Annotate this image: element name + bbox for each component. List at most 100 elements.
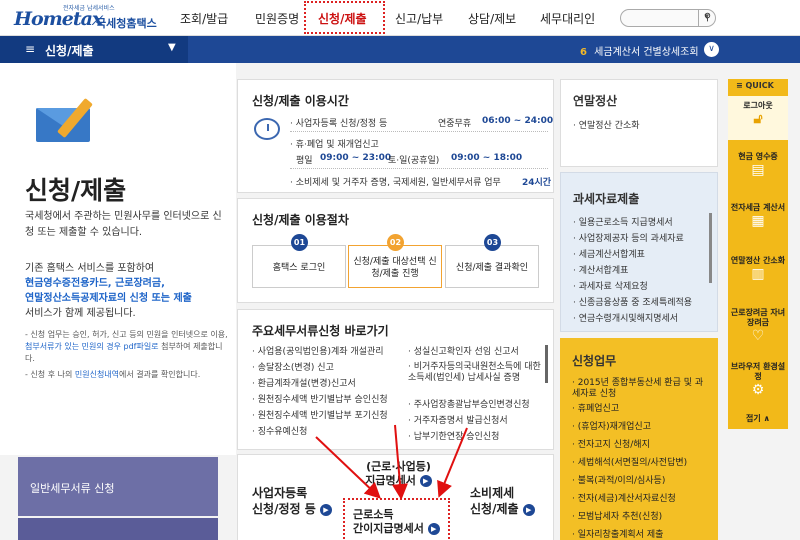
biz-registration-link[interactable]: 사업자등록 신청/정정 등 ▶ [252,485,332,517]
quick-browser-settings[interactable]: 브라우저 환경설정 ⚙ [728,362,788,404]
taxdata-link[interactable]: · 신종금융상품 중 조세특례적용 [573,295,692,308]
shortcut-link[interactable]: · 사업용(공익법인용)계좌 개설관리 [252,347,392,358]
hero-description-2: 기존 홈택스 서비스를 포함하여 현금영수증전용카드, 근로장려금, 연말정산소… [25,261,230,321]
yearend-link[interactable]: · 연말정산 간소화 [573,118,640,131]
apply-link[interactable]: · 세법해석(서면질의/사전답변) [572,458,687,469]
page-title: 신청/제출 [25,176,127,205]
doc-icon: ▥ [751,266,765,282]
general-tax-docs-label: 일반세무서류 신청 [30,482,115,495]
hours-row-1-value-label: 연중무휴 [438,119,472,129]
lower-left-button[interactable] [18,518,218,540]
consumption-tax-link[interactable]: 소비제세 신청/제출 ▶ [470,485,535,517]
step-number: 02 [387,234,404,251]
apply-link[interactable]: · 모범납세자 추천(신청) [572,512,662,523]
hours-row-2-label: · 휴·폐업 및 재개업신고 [290,140,379,150]
sub-nav-bar: ≡ 신청/제출 ▼ 6 세금계산서 건별상세조회 ∨ [0,36,800,63]
step-3: 03 신청/제출 결과확인 [445,234,539,288]
shortcut-link[interactable]: · 납부기한연장 승인신청 [408,432,548,443]
divider [290,168,548,169]
nav-consult[interactable]: 상담/제보 [468,10,516,27]
nav-report-pay[interactable]: 신고/납부 [395,10,443,27]
hero-desc-highlight: 현금영수증전용카드, 근로장려금, [25,278,165,289]
yearend-card: 연말정산 · 연말정산 간소화 [560,79,718,167]
apply-link[interactable]: · 전자(세금)계산서자료신청 [572,494,676,505]
shortcut-link[interactable]: · 징수유예신청 [252,427,392,438]
hometax-logo[interactable]: 전자세금 납세서비스 Hometax 국세청홈택스 [8,3,168,33]
nav-inquiry[interactable]: 조회/발급 [180,10,228,27]
hours-row-3-weekend: 토·일(공휴일) [388,156,440,166]
apply-link[interactable]: · 일자리창출계획서 제출 [572,530,663,540]
nav-agent[interactable]: 세무대리인 [540,10,595,27]
simple-payment-statement-link[interactable]: 근로소득 간이지급명세서 ▶ [343,498,450,540]
apply-link[interactable]: · 불복(과적/이의/심사등) [572,476,665,487]
menu-dropdown[interactable]: ≡ 신청/제출 ▼ [0,36,188,63]
quick-collapse-button[interactable]: 접기 ∧ [728,414,788,428]
payment-statement-link[interactable]: (근로·사업등) 지급명세서 ▶ [351,460,446,488]
shortcut-link[interactable]: · 원천징수세액 반기별납부 포기신청 [252,411,392,422]
quick-label: 근로장려금 자녀장려금 [730,308,786,327]
shortcut-link[interactable]: · 주사업장총괄납부승인변경신청 [408,400,548,411]
notice-ticker[interactable]: 6 세금계산서 건별상세조회 [580,43,699,58]
quick-logout[interactable]: 로그아웃 🔓︎ [728,96,788,140]
quick-incentive[interactable]: 근로장려금 자녀장려금 ♡ [728,308,788,352]
biz-registration-label: 사업자등록 [252,486,308,500]
quick-e-invoice[interactable]: 전자세금 계산서 ▦ [728,203,788,247]
quick-label: 연말정산 간소화 [730,256,786,265]
arrow-right-icon: ▶ [427,523,440,535]
nav-certificate[interactable]: 민원증명 [255,10,299,27]
hours-row-3-weekend-time: 09:00 ~ 18:00 [451,153,523,163]
taxdata-link[interactable]: · 연금수령개시및해지명세서 [573,311,678,324]
shortcut-link[interactable]: · 성실신고확인자 선임 신고서 [408,347,548,358]
top-header: 전자세금 납세서비스 Hometax 국세청홈택스 조회/발급 민원증명 신청/… [0,0,800,36]
shortcuts-card: 주요세무서류신청 바로가기 · 사업용(공익법인용)계좌 개설관리 · 송달장소… [237,309,554,450]
consumption-tax-label: 소비제세 [470,486,515,500]
simple-payment-label: 근로소득 [353,508,394,521]
quick-yearend[interactable]: 연말정산 간소화 ▥ [728,256,788,298]
heart-icon: ♡ [751,328,765,344]
step-1: 01 홈택스 로그인 [252,234,346,288]
apply-title: 신청업무 [572,354,617,368]
note-text: 에서 결과를 확인합니다. [119,370,201,379]
simple-payment-label-2: 간이지급명세서 [353,522,424,535]
shortcut-link[interactable]: · 거주자증명서 발급신청서 [408,416,548,427]
note-text: - 신청 후 나의 [25,370,75,379]
apply-link[interactable]: · 전자고지 신청/해지 [572,440,650,451]
quick-cash-receipt[interactable]: 현금 영수증 ▤ [728,152,788,194]
scrollbar-thumb[interactable] [709,213,712,283]
consumption-tax-label-2: 신청/제출 [470,502,519,516]
highlight-box-nav [304,1,385,34]
gear-icon: ⚙ [751,382,765,398]
hours-row-3-weekday: 평일 [296,156,313,166]
quick-label: 브라우저 환경설정 [730,362,786,381]
bottom-links-card: 사업자등록 신청/정정 등 ▶ (근로·사업등) 지급명세서 ▶ 근로소득 간이… [237,454,554,540]
note-text: - 신청 업무는 승인, 허가, 신고 등의 민원을 인터넷으로 이용, [25,330,228,339]
chevron-down-icon: ▼ [168,42,176,53]
apply-link[interactable]: · (휴업자)재개업신고 [572,422,651,433]
apply-link[interactable]: · 휴폐업신고 [572,404,619,415]
scrollbar-thumb[interactable] [545,345,548,383]
step-number: 03 [484,234,501,251]
taxdata-link[interactable]: · 일용근로소득 지급명세서 [573,215,673,228]
shortcut-link[interactable]: · 원천징수세액 반기별납부 승인신청 [252,395,392,406]
shortcut-link[interactable]: · 송달장소(변경) 신고 [252,363,392,374]
taxdata-link[interactable]: · 과세자료 삭제요청 [573,279,648,292]
note-highlight: 첨부서류가 있는 민원의 경우 pdf파일로 [25,342,159,351]
taxdata-card: 과세자료제출 · 일용근로소득 지급명세서 · 사업장제공자 등의 과세자료 ·… [560,172,718,332]
taxdata-title: 과세자료제출 [573,192,640,206]
hero-desc-line: 기존 홈택스 서비스를 포함하여 [25,263,155,274]
general-tax-docs-button[interactable]: 일반세무서류 신청 [18,457,218,516]
hours-row-1-value: 06:00 ~ 24:00 [482,116,554,126]
notice-expand-icon[interactable]: ∨ [704,42,719,57]
search-icon[interactable]: ⚲ [698,10,716,26]
taxdata-link[interactable]: · 세금계산서합계표 [573,247,645,260]
note-link[interactable]: 민원신청내역 [75,370,119,379]
note-2: - 신청 후 나의 민원신청내역에서 결과를 확인합니다. [25,369,230,381]
shortcut-link[interactable]: · 비거주자등의국내원천소득에 대한 소득세(법인세) 납세사실 증명 [408,362,548,384]
payment-statement-label: (근로·사업등) [366,460,431,473]
biz-registration-label-2: 신청/정정 등 [252,502,316,516]
taxdata-link[interactable]: · 사업장제공자 등의 과세자료 [573,231,684,244]
notice-number: 6 [580,47,587,58]
apply-link[interactable]: · 2015년 종합부동산세 환급 및 과세자료 신청 [572,378,707,400]
taxdata-link[interactable]: · 계산서합계표 [573,263,628,276]
shortcut-link[interactable]: · 환급계좌개설(변경)신고서 [252,379,392,390]
